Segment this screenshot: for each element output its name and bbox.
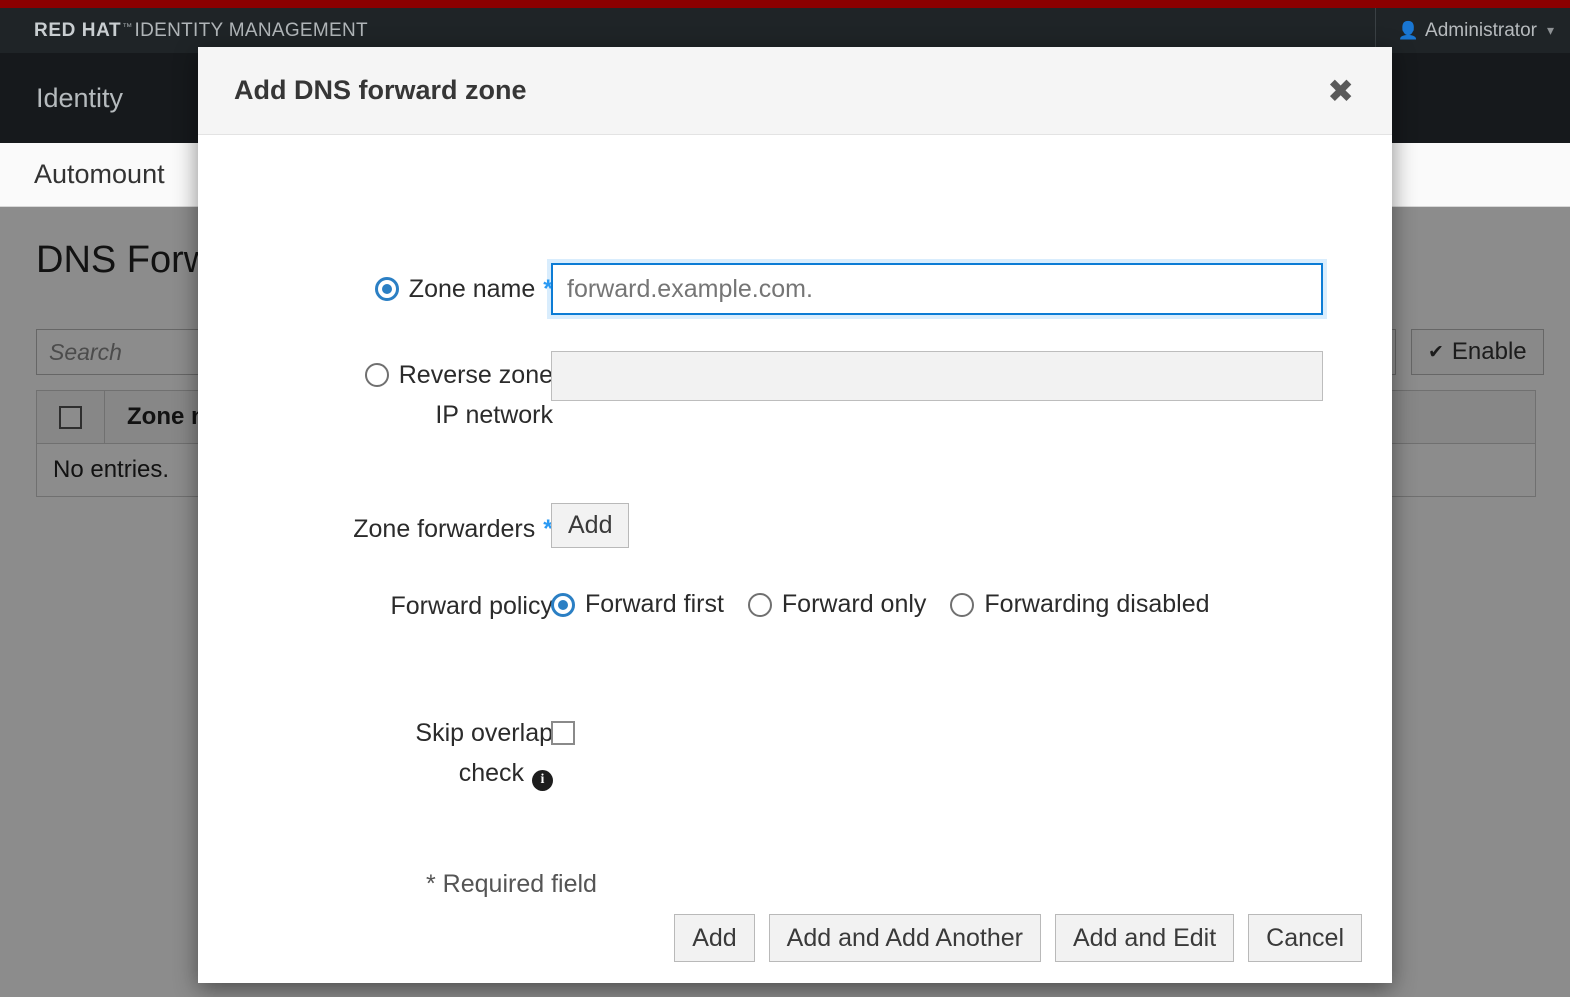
- option-label: Forwarding disabled: [984, 590, 1210, 618]
- zone-name-control: [551, 263, 1323, 315]
- zone-name-label: Zone name: [408, 275, 536, 303]
- radio-icon: [551, 592, 575, 617]
- forward-policy-option-forwarding-disabled[interactable]: Forwarding disabled: [950, 590, 1210, 619]
- nav-item-automount[interactable]: Automount: [14, 159, 185, 190]
- zone-forwarders-control: Add: [551, 503, 630, 548]
- info-icon[interactable]: i: [532, 769, 553, 791]
- add-and-edit-button[interactable]: Add and Edit: [1055, 913, 1235, 963]
- reverse-zone-label-group: Reverse zone IP network: [198, 355, 553, 435]
- dialog-title: Add DNS forward zone: [234, 75, 527, 105]
- option-label: Forward first: [585, 590, 724, 618]
- reverse-zone-label-line1: Reverse zone: [398, 361, 553, 389]
- option-label: Forward only: [781, 590, 927, 618]
- radio-icon: [747, 592, 772, 617]
- forward-policy-option-forward-only[interactable]: Forward only: [747, 590, 927, 619]
- radio-icon: [950, 592, 975, 617]
- cancel-button[interactable]: Cancel: [1248, 913, 1362, 963]
- forward-policy-option-forward-first[interactable]: Forward first: [551, 590, 724, 619]
- add-forwarder-button[interactable]: Add: [551, 503, 630, 548]
- forward-policy-options: Forward first Forward only Forwarding di…: [551, 590, 1210, 619]
- skip-overlap-control: [551, 721, 575, 750]
- reverse-zone-label-line2: IP network: [435, 401, 553, 429]
- chevron-down-icon: ▾: [1546, 22, 1554, 38]
- add-and-add-another-button[interactable]: Add and Add Another: [768, 913, 1041, 963]
- reverse-zone-input[interactable]: [551, 351, 1323, 401]
- skip-overlap-checkbox[interactable]: [551, 721, 575, 745]
- add-dns-forward-zone-dialog: Add DNS forward zone ✖ Zone name* Revers…: [198, 47, 1392, 983]
- reverse-zone-radio[interactable]: [364, 363, 389, 387]
- skip-overlap-label-line1: Skip overlap: [415, 719, 553, 747]
- zone-name-label-group: Zone name *: [198, 275, 553, 304]
- zone-name-radio[interactable]: [374, 277, 399, 301]
- username-label: Administrator: [1425, 19, 1537, 41]
- nav-item-identity[interactable]: Identity: [14, 83, 145, 114]
- skip-overlap-label-group: Skip overlap check i: [198, 713, 553, 793]
- zone-forwarders-label: Zone forwarders: [353, 515, 536, 543]
- skip-overlap-label-line2-wrap: check i: [198, 753, 553, 793]
- skip-overlap-label-line2: check: [458, 759, 524, 787]
- dialog-header: Add DNS forward zone ✖: [198, 47, 1392, 135]
- zone-forwarders-label-group: Zone forwarders *: [198, 515, 553, 544]
- application-window: DNS Forward Zones Search ✔ Enable Zone n…: [0, 0, 1570, 997]
- dialog-body: Zone name* Reverse zone IP network: [198, 135, 1392, 983]
- add-button[interactable]: Add: [674, 913, 755, 963]
- reverse-zone-control: [551, 351, 1323, 401]
- forward-policy-label: Forward policy: [390, 592, 553, 620]
- user-menu[interactable]: 👤 Administrator ▾: [1374, 8, 1570, 53]
- dialog-footer: Add Add and Add Another Add and Edit Can…: [198, 893, 1392, 983]
- user-icon: 👤: [1397, 20, 1420, 40]
- close-icon[interactable]: ✖: [1321, 69, 1360, 113]
- zone-name-input[interactable]: [551, 263, 1323, 315]
